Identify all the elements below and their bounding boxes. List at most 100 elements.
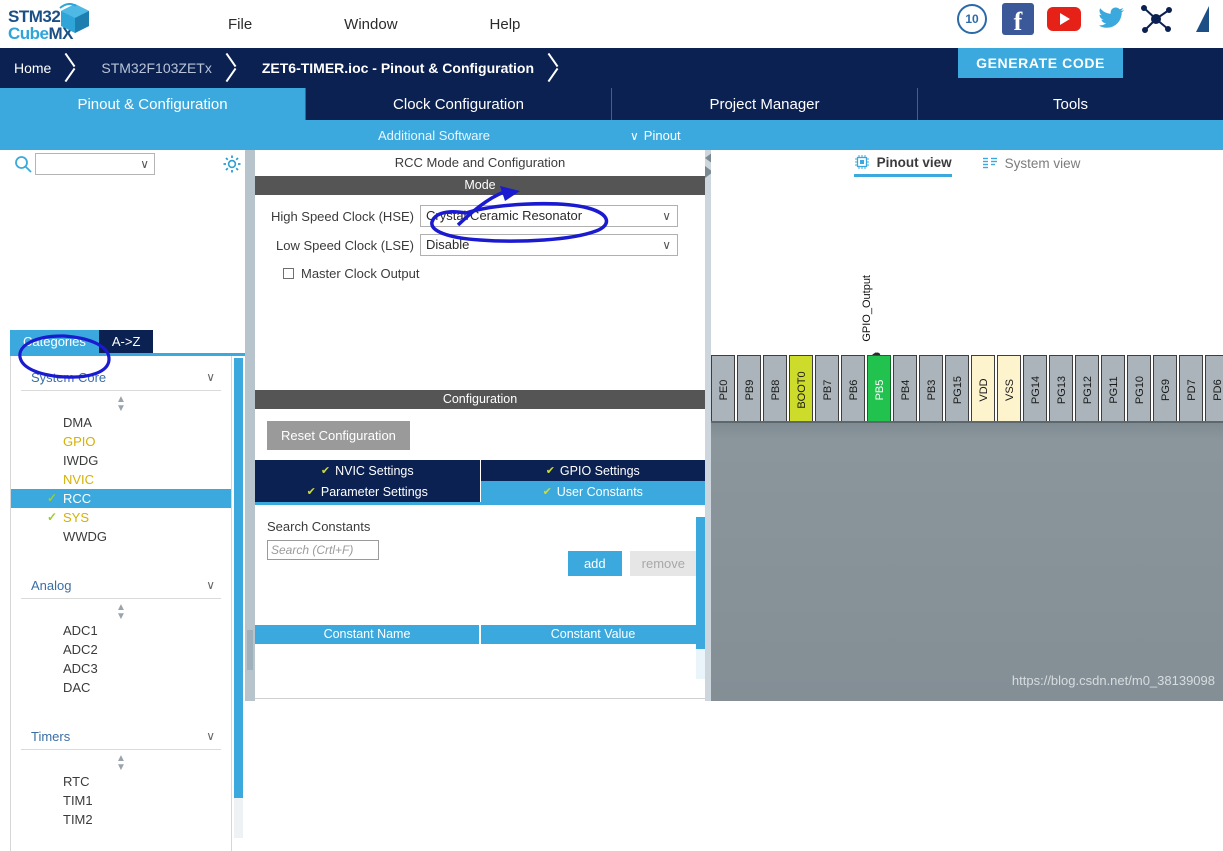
youtube-icon[interactable] [1047,2,1081,36]
pin-pg11[interactable]: PG11 [1101,355,1125,423]
sub-tab-pinout[interactable]: ∨ Pinout [630,128,681,143]
tree-group-header[interactable]: Analog ∨ [21,574,221,599]
sidebar-item-sys[interactable]: ✓ SYS [11,508,231,527]
search-constants-input[interactable]: Search (Crtl+F) [267,540,379,560]
sidebar-item-nvic[interactable]: NVIC [11,470,231,489]
tree-group-label: Timers [31,729,71,744]
reset-configuration-button[interactable]: Reset Configuration [267,421,410,450]
tab-clock-configuration[interactable]: Clock Configuration [305,88,611,120]
tree-group-header[interactable]: System Core ∨ [21,366,221,391]
tab-tools[interactable]: Tools [917,88,1223,120]
scroll-spinner-icon[interactable]: ▲ ▼ [11,599,231,622]
tab-categories[interactable]: Categories [10,330,99,353]
pin-pg12[interactable]: PG12 [1075,355,1099,423]
pin-pb6[interactable]: PB6 [841,355,865,423]
sidebar-item-tim2[interactable]: TIM2 [11,810,231,829]
mode-section-body: High Speed Clock (HSE) Crystal/Ceramic R… [255,195,705,390]
pin-boot0[interactable]: BOOT0 [789,355,813,423]
pin-pb4[interactable]: PB4 [893,355,917,423]
pin-pd7[interactable]: PD7 [1179,355,1203,423]
search-input[interactable]: ∨ [35,153,155,175]
sidebar-item-adc3[interactable]: ADC3 [11,659,231,678]
constants-button-group: add remove [567,551,697,576]
sidebar-item-wwdg[interactable]: WWDG [11,527,231,546]
pin-vdd-1[interactable]: VDD [971,355,995,423]
column-header-constant-value[interactable]: Constant Value [481,625,705,644]
tab-parameter-settings[interactable]: ✔ Parameter Settings [255,481,481,502]
pin-pb7[interactable]: PB7 [815,355,839,423]
sidebar-scrollbar-thumb[interactable] [234,358,243,798]
pin-pg10[interactable]: PG10 [1127,355,1151,423]
menu-item-window[interactable]: Window [298,16,443,33]
pin-pb9[interactable]: PB9 [737,355,761,423]
configuration-scrollbar[interactable] [696,517,705,679]
sidebar-item-adc1[interactable]: ADC1 [11,621,231,640]
community-network-icon[interactable] [1139,2,1173,36]
pin-pb5[interactable]: PB5 [867,355,891,423]
tab-project-manager[interactable]: Project Manager [611,88,917,120]
pin-pb3[interactable]: PB3 [919,355,943,423]
chip-body[interactable] [711,423,1223,701]
tree-group-label: System Core [31,370,107,385]
sidebar-item-dac[interactable]: DAC [11,678,231,697]
lse-select[interactable]: Disable ∨ [420,234,678,256]
tab-a-to-z[interactable]: A->Z [98,330,154,353]
master-clock-output-row[interactable]: Master Clock Output [283,266,705,281]
pin-pg9[interactable]: PG9 [1153,355,1177,423]
sidebar-item-rtc[interactable]: RTC [11,772,231,791]
breadcrumb-home[interactable]: Home [0,60,61,76]
sidebar-item-gpio[interactable]: GPIO [11,432,231,451]
sidebar-search-row: ∨ [0,150,245,180]
st-logo-icon[interactable] [1185,2,1219,36]
pin-pg15[interactable]: PG15 [945,355,969,423]
sidebar-item-adc2[interactable]: ADC2 [11,640,231,659]
pinout-view-panel: Pinout view System view GPIO_Output PE0 … [711,150,1223,701]
twitter-icon[interactable] [1093,2,1127,36]
facebook-icon[interactable]: f [1001,2,1035,36]
chevron-down-icon: ∨ [630,128,639,143]
gear-icon[interactable] [222,154,242,174]
pin-vss[interactable]: VSS [997,355,1021,423]
pin-pg14[interactable]: PG14 [1023,355,1047,423]
tab-gpio-settings[interactable]: ✔ GPIO Settings [480,460,705,481]
master-clock-output-checkbox[interactable] [283,268,294,279]
sidebar-item-dma[interactable]: DMA [11,413,231,432]
configuration-section-body: Reset Configuration ✔ NVIC Settings ✔ GPIO… [255,409,705,699]
configuration-section-header: Configuration [255,390,705,409]
generate-code-button[interactable]: GENERATE CODE [958,48,1123,78]
chevron-right-icon [544,48,570,88]
pin-pb8[interactable]: PB8 [763,355,787,423]
sidebar-item-rcc[interactable]: ✓ RCC [11,489,231,508]
sub-tab-additional-software[interactable]: Additional Software [378,128,490,143]
splitter-grip[interactable] [247,630,253,670]
menu-item-file[interactable]: File [182,16,298,33]
configuration-scrollbar-thumb[interactable] [696,517,705,649]
chevron-right-icon [61,48,87,88]
add-constant-button[interactable]: add [567,551,622,576]
column-header-constant-name[interactable]: Constant Name [255,625,481,644]
tab-nvic-settings[interactable]: ✔ NVIC Settings [255,460,481,481]
chip-canvas[interactable]: GPIO_Output PE0 PB9 PB8 BOOT0 PB7 PB6 PB… [711,150,1223,701]
field-row-lse: Low Speed Clock (LSE) Disable ∨ [265,234,705,256]
menu-item-help[interactable]: Help [444,16,567,33]
tab-pinout-configuration[interactable]: Pinout & Configuration [0,88,305,120]
anniversary-seal-icon[interactable]: 10 [955,2,989,36]
check-circle-icon: ✔ [545,465,555,477]
tree-group-header[interactable]: Timers ∨ [21,725,221,750]
chevron-down-icon: ∨ [206,578,215,592]
pin-pg13[interactable]: PG13 [1049,355,1073,423]
sidebar-scrollbar[interactable] [234,358,243,838]
breadcrumb-file[interactable]: ZET6-TIMER.ioc - Pinout & Configuration [248,60,544,76]
sidebar-item-iwdg[interactable]: IWDG [11,451,231,470]
pin-pe0[interactable]: PE0 [711,355,735,423]
hse-select[interactable]: Crystal/Ceramic Resonator ∨ [420,205,678,227]
tab-user-constants[interactable]: ✔ User Constants [480,481,705,502]
breadcrumb-device[interactable]: STM32F103ZETx [87,60,221,76]
sidebar-item-tim1[interactable]: TIM1 [11,791,231,810]
scroll-spinner-icon[interactable]: ▲ ▼ [11,391,231,414]
remove-constant-button[interactable]: remove [629,551,697,576]
panel-splitter[interactable] [245,150,255,701]
pin-pd6[interactable]: PD6 [1205,355,1223,423]
configuration-panel: RCC Mode and Configuration Mode High Spe… [255,150,705,701]
scroll-spinner-icon[interactable]: ▲ ▼ [11,750,231,773]
